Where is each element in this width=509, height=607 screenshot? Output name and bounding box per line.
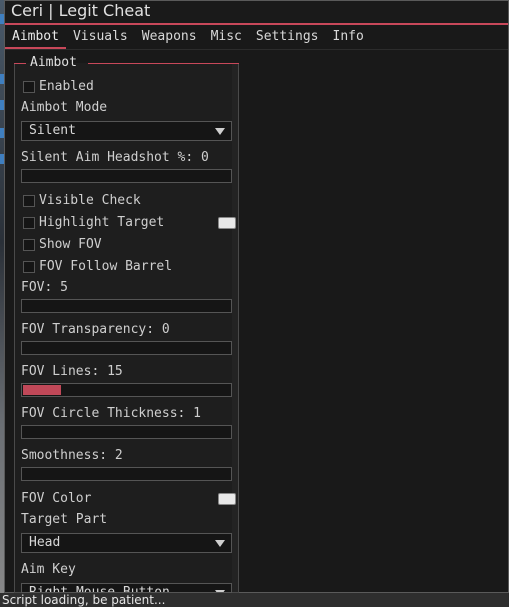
tab-weapons[interactable]: Weapons [135,25,204,49]
tab-visuals[interactable]: Visuals [66,25,135,49]
aimbot-mode-label: Aimbot Mode [21,100,108,115]
silent-headshot-slider[interactable] [21,169,232,183]
fov-color-label: FOV Color [21,491,92,506]
aimbot-mode-value: Silent [29,123,76,138]
tab-info[interactable]: Info [326,25,371,49]
show-fov-label: Show FOV [39,237,102,252]
status-text: Script loading, be patient... [0,593,509,607]
groupbox-title: Aimbot [30,55,77,70]
target-part-value: Head [29,535,61,550]
tab-settings[interactable]: Settings [249,25,326,49]
fov-slider[interactable] [21,299,232,313]
enabled-label: Enabled [39,79,94,94]
tab-bar: Aimbot Visuals Weapons Misc Settings Inf… [5,25,508,50]
fov-label: FOV: 5 [21,280,68,295]
enabled-checkbox[interactable] [23,81,35,93]
smoothness-slider[interactable] [21,467,232,481]
aimbot-mode-dropdown[interactable]: Silent [21,121,232,141]
tab-aimbot[interactable]: Aimbot [5,25,66,49]
fov-circle-thickness-label: FOV Circle Thickness: 1 [21,406,202,421]
window-title[interactable]: Ceri | Legit Cheat [5,1,508,25]
silent-headshot-label: Silent Aim Headshot %: 0 [21,150,209,165]
fov-lines-slider-fill [23,385,61,395]
fov-lines-slider[interactable] [21,383,232,397]
groupbox-border-left [14,63,26,64]
target-part-label: Target Part [21,512,108,527]
aim-key-label: Aim Key [21,562,76,577]
fov-circle-thickness-slider[interactable] [21,425,232,439]
highlight-color-swatch[interactable] [218,217,236,229]
visible-check-checkbox[interactable] [23,195,35,207]
smoothness-label: Smoothness: 2 [21,448,123,463]
fov-color-swatch[interactable] [218,493,236,505]
chevron-down-icon [215,540,225,547]
chevron-down-icon [215,128,225,135]
tab-misc[interactable]: Misc [204,25,249,49]
fov-transparency-slider[interactable] [21,341,232,355]
fov-follow-barrel-checkbox[interactable] [23,261,35,273]
highlight-target-label: Highlight Target [39,215,165,230]
visible-check-label: Visible Check [39,193,141,208]
fov-follow-barrel-label: FOV Follow Barrel [39,259,173,274]
highlight-target-checkbox[interactable] [23,217,35,229]
fov-transparency-label: FOV Transparency: 0 [21,322,170,337]
show-fov-checkbox[interactable] [23,239,35,251]
fov-color-row: FOV Color [21,491,237,506]
aim-key-value: Right Mouse Button [29,585,170,593]
fov-lines-label: FOV Lines: 15 [21,364,123,379]
groupbox-border-right [88,63,239,64]
aim-key-dropdown[interactable]: Right Mouse Button [21,583,232,593]
target-part-dropdown[interactable]: Head [21,533,232,553]
